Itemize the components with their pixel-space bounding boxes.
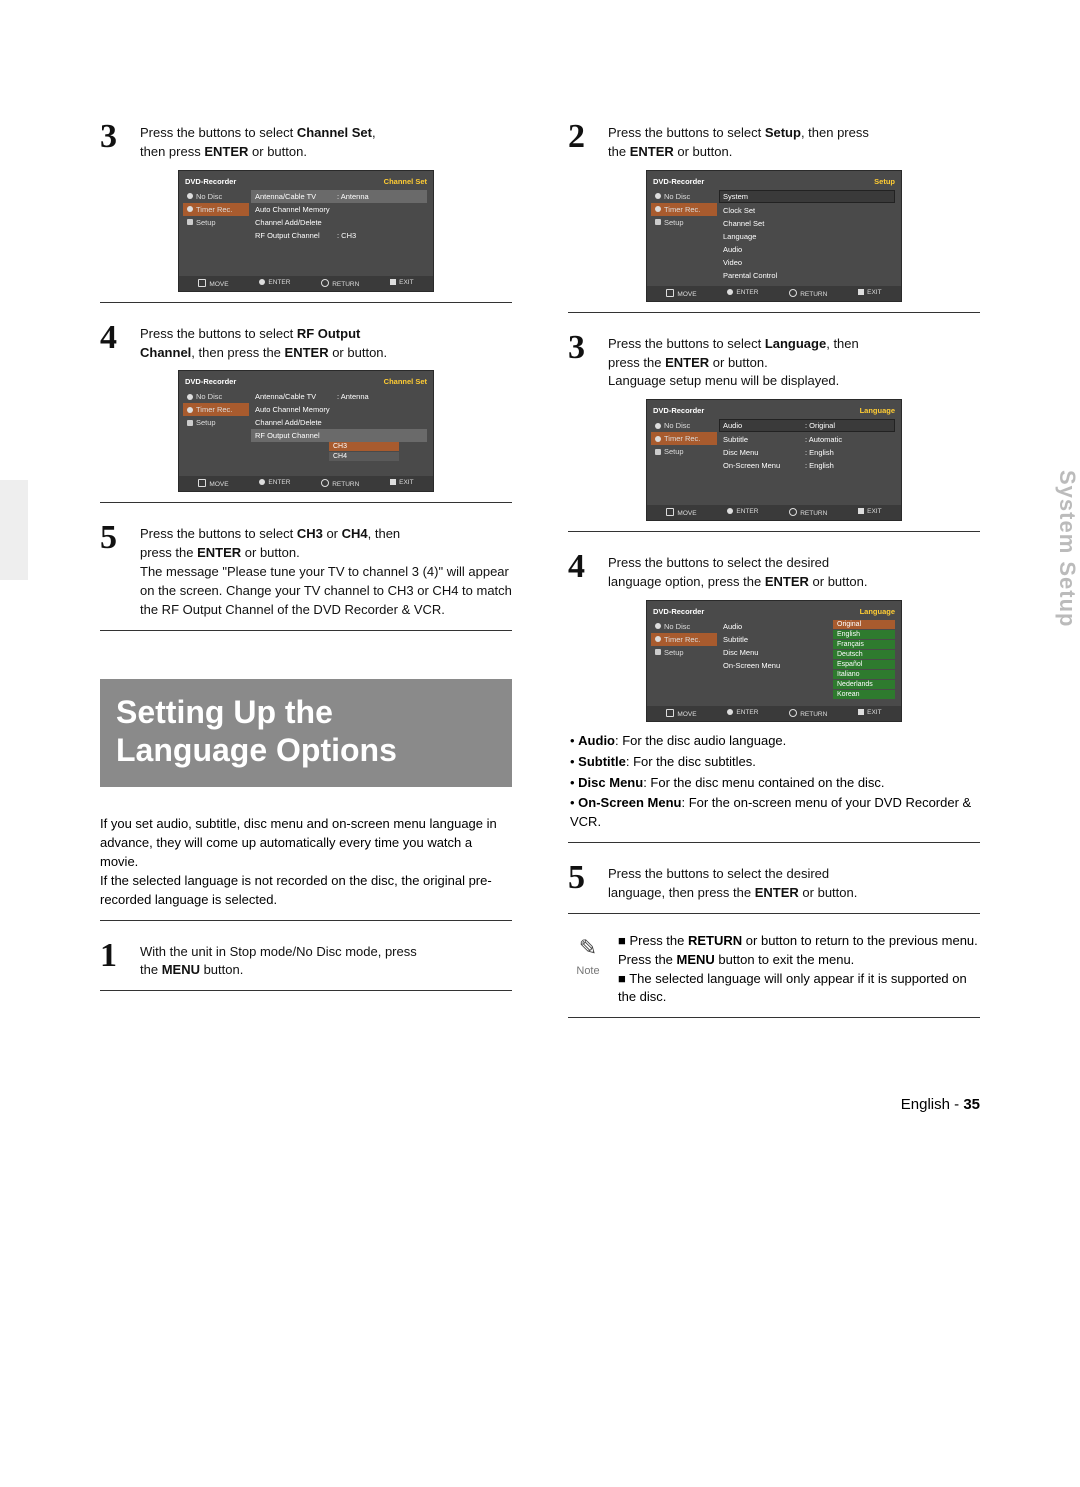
step-5-left: 5 Press the buttons to select CH3 or CH4… bbox=[100, 521, 512, 619]
left-margin-tab bbox=[0, 480, 28, 580]
language-option-bullets: • Audio: For the disc audio language. • … bbox=[568, 732, 980, 832]
step-4-left: 4 Press the buttons to select RF Output … bbox=[100, 321, 512, 363]
divider bbox=[568, 913, 980, 914]
step-number: 5 bbox=[568, 861, 596, 903]
osd-language-menu: DVD-RecorderLanguage No Disc Timer Rec. … bbox=[646, 399, 902, 521]
step-4-right: 4 Press the buttons to select the desire… bbox=[568, 550, 980, 592]
note-block: ✎ Note Press the RETURN or button to ret… bbox=[568, 932, 980, 1007]
step-number: 2 bbox=[568, 120, 596, 162]
step-number: 4 bbox=[100, 321, 128, 363]
section-banner: Setting Up the Language Options bbox=[100, 679, 512, 788]
divider bbox=[568, 531, 980, 532]
osd-channel-set: DVD-RecorderChannel Set No Disc Timer Re… bbox=[178, 170, 434, 292]
manual-page: System Setup 3 Press the buttons to sele… bbox=[0, 0, 1080, 1173]
osd-setup-menu: DVD-RecorderSetup No Disc Timer Rec. Set… bbox=[646, 170, 902, 302]
right-column: 2 Press the buttons to select Setup, the… bbox=[568, 120, 980, 1036]
step-3-left: 3 Press the buttons to select Channel Se… bbox=[100, 120, 512, 162]
divider bbox=[568, 1017, 980, 1018]
divider bbox=[100, 502, 512, 503]
divider bbox=[568, 312, 980, 313]
osd-language-dropdown: DVD-RecorderLanguage No Disc Timer Rec. … bbox=[646, 600, 902, 722]
divider bbox=[100, 920, 512, 921]
step-1-left: 1 With the unit in Stop mode/No Disc mod… bbox=[100, 939, 512, 981]
divider bbox=[568, 842, 980, 843]
divider bbox=[100, 990, 512, 991]
osd-rf-output: DVD-RecorderChannel Set No Disc Timer Re… bbox=[178, 370, 434, 492]
page-footer: English - 35 bbox=[100, 1096, 980, 1113]
step-5-right: 5 Press the buttons to select the desire… bbox=[568, 861, 980, 903]
intro-paragraph: If you set audio, subtitle, disc menu an… bbox=[100, 815, 512, 909]
step-number: 5 bbox=[100, 521, 128, 619]
step-number: 1 bbox=[100, 939, 128, 981]
note-icon: ✎ bbox=[568, 932, 608, 964]
step-2-right: 2 Press the buttons to select Setup, the… bbox=[568, 120, 980, 162]
divider bbox=[100, 630, 512, 631]
left-column: 3 Press the buttons to select Channel Se… bbox=[100, 120, 512, 1036]
step-number: 4 bbox=[568, 550, 596, 592]
step-3-right: 3 Press the buttons to select Language, … bbox=[568, 331, 980, 392]
divider bbox=[100, 302, 512, 303]
section-side-tab: System Setup bbox=[1054, 470, 1080, 628]
step-number: 3 bbox=[568, 331, 596, 392]
step-number: 3 bbox=[100, 120, 128, 162]
